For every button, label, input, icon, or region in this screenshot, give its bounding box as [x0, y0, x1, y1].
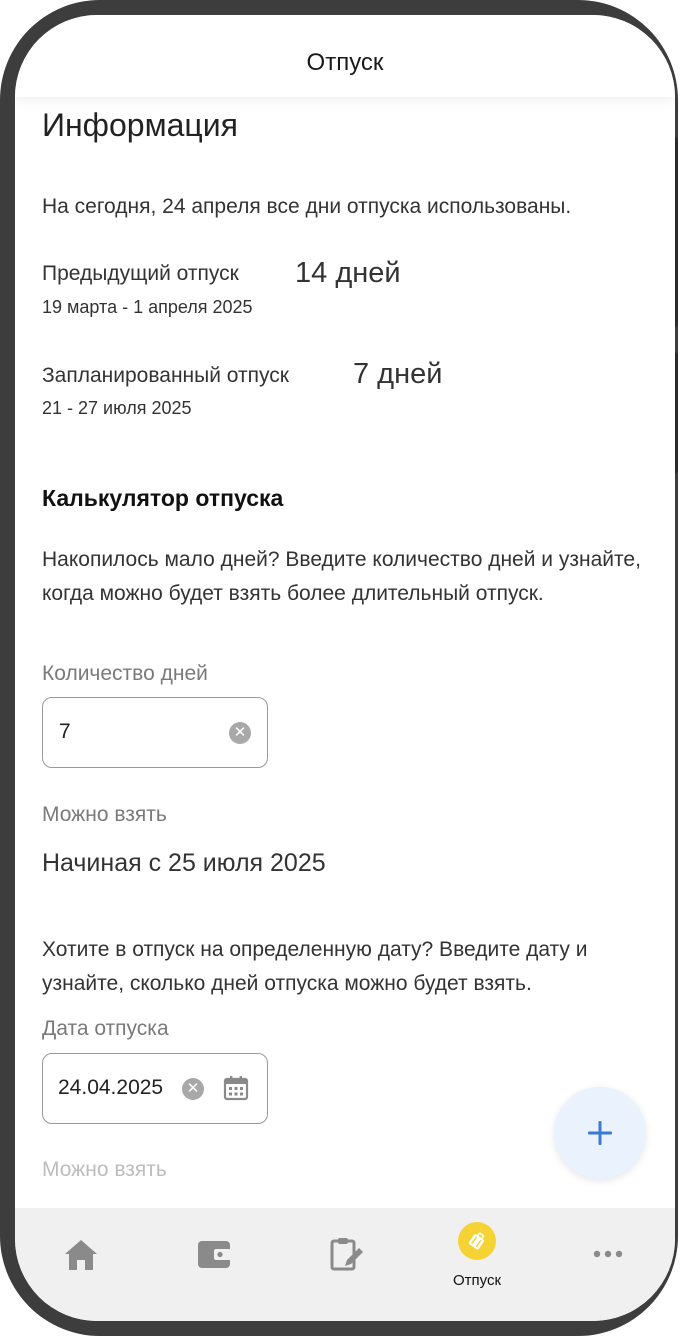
date-input-value: 24.04.2025 [58, 1076, 164, 1099]
nav-label-vacation: Отпуск [452, 1272, 502, 1289]
bottom-nav: Отпуск [15, 1208, 675, 1321]
can-take-label: Можно взять [42, 803, 167, 826]
planned-vacation-dates: 21 - 27 июля 2025 [42, 398, 192, 418]
app-header: Отпуск [15, 15, 675, 97]
days-field-label: Количество дней [42, 662, 208, 685]
date-calculator-description: Хотите в отпуск на определенную дату? Вв… [42, 938, 588, 995]
can-take-label-2: Можно взять [42, 1158, 167, 1181]
calendar-icon[interactable] [223, 1075, 249, 1101]
days-input[interactable]: 7 ✕ [42, 697, 268, 768]
previous-vacation-label: Предыдущий отпуск [42, 262, 239, 285]
can-take-result: Начиная с 25 июля 2025 [42, 849, 326, 877]
home-icon [65, 1240, 97, 1270]
screen: Отпуск Информация На сегодня, 24 апреля … [15, 15, 675, 1321]
previous-vacation-days: 14 дней [295, 257, 401, 289]
plus-icon [588, 1121, 612, 1145]
calculator-heading: Калькулятор отпуска [42, 485, 284, 511]
nav-item-tasks[interactable] [279, 1208, 411, 1321]
clear-icon[interactable]: ✕ [229, 722, 251, 744]
planned-vacation-label: Запланированный отпуск [42, 364, 289, 387]
date-input[interactable]: 24.04.2025 ✕ [42, 1053, 268, 1124]
today-status-text: На сегодня, 24 апреля все дни отпуска ис… [42, 195, 572, 218]
more-icon [593, 1250, 623, 1258]
suitcase-icon [468, 1232, 485, 1250]
wallet-icon [198, 1241, 231, 1268]
clipboard-edit-icon [330, 1238, 363, 1271]
calculator-description: Накопилось мало дней? Введите количество… [42, 548, 641, 605]
previous-vacation-dates: 19 марта - 1 апреля 2025 [42, 297, 253, 317]
nav-item-wallet[interactable] [147, 1208, 279, 1321]
nav-item-home[interactable] [15, 1208, 147, 1321]
days-input-value: 7 [59, 720, 71, 743]
nav-item-more[interactable] [543, 1208, 675, 1321]
info-heading: Информация [42, 107, 238, 143]
add-button[interactable] [554, 1087, 646, 1179]
nav-item-vacation[interactable]: Отпуск [411, 1208, 543, 1321]
page-title: Отпуск [306, 49, 384, 76]
date-field-label: Дата отпуска [42, 1017, 169, 1040]
phone-frame: Отпуск Информация На сегодня, 24 апреля … [0, 0, 678, 1336]
planned-vacation-days: 7 дней [353, 358, 443, 390]
clear-icon[interactable]: ✕ [182, 1078, 204, 1100]
